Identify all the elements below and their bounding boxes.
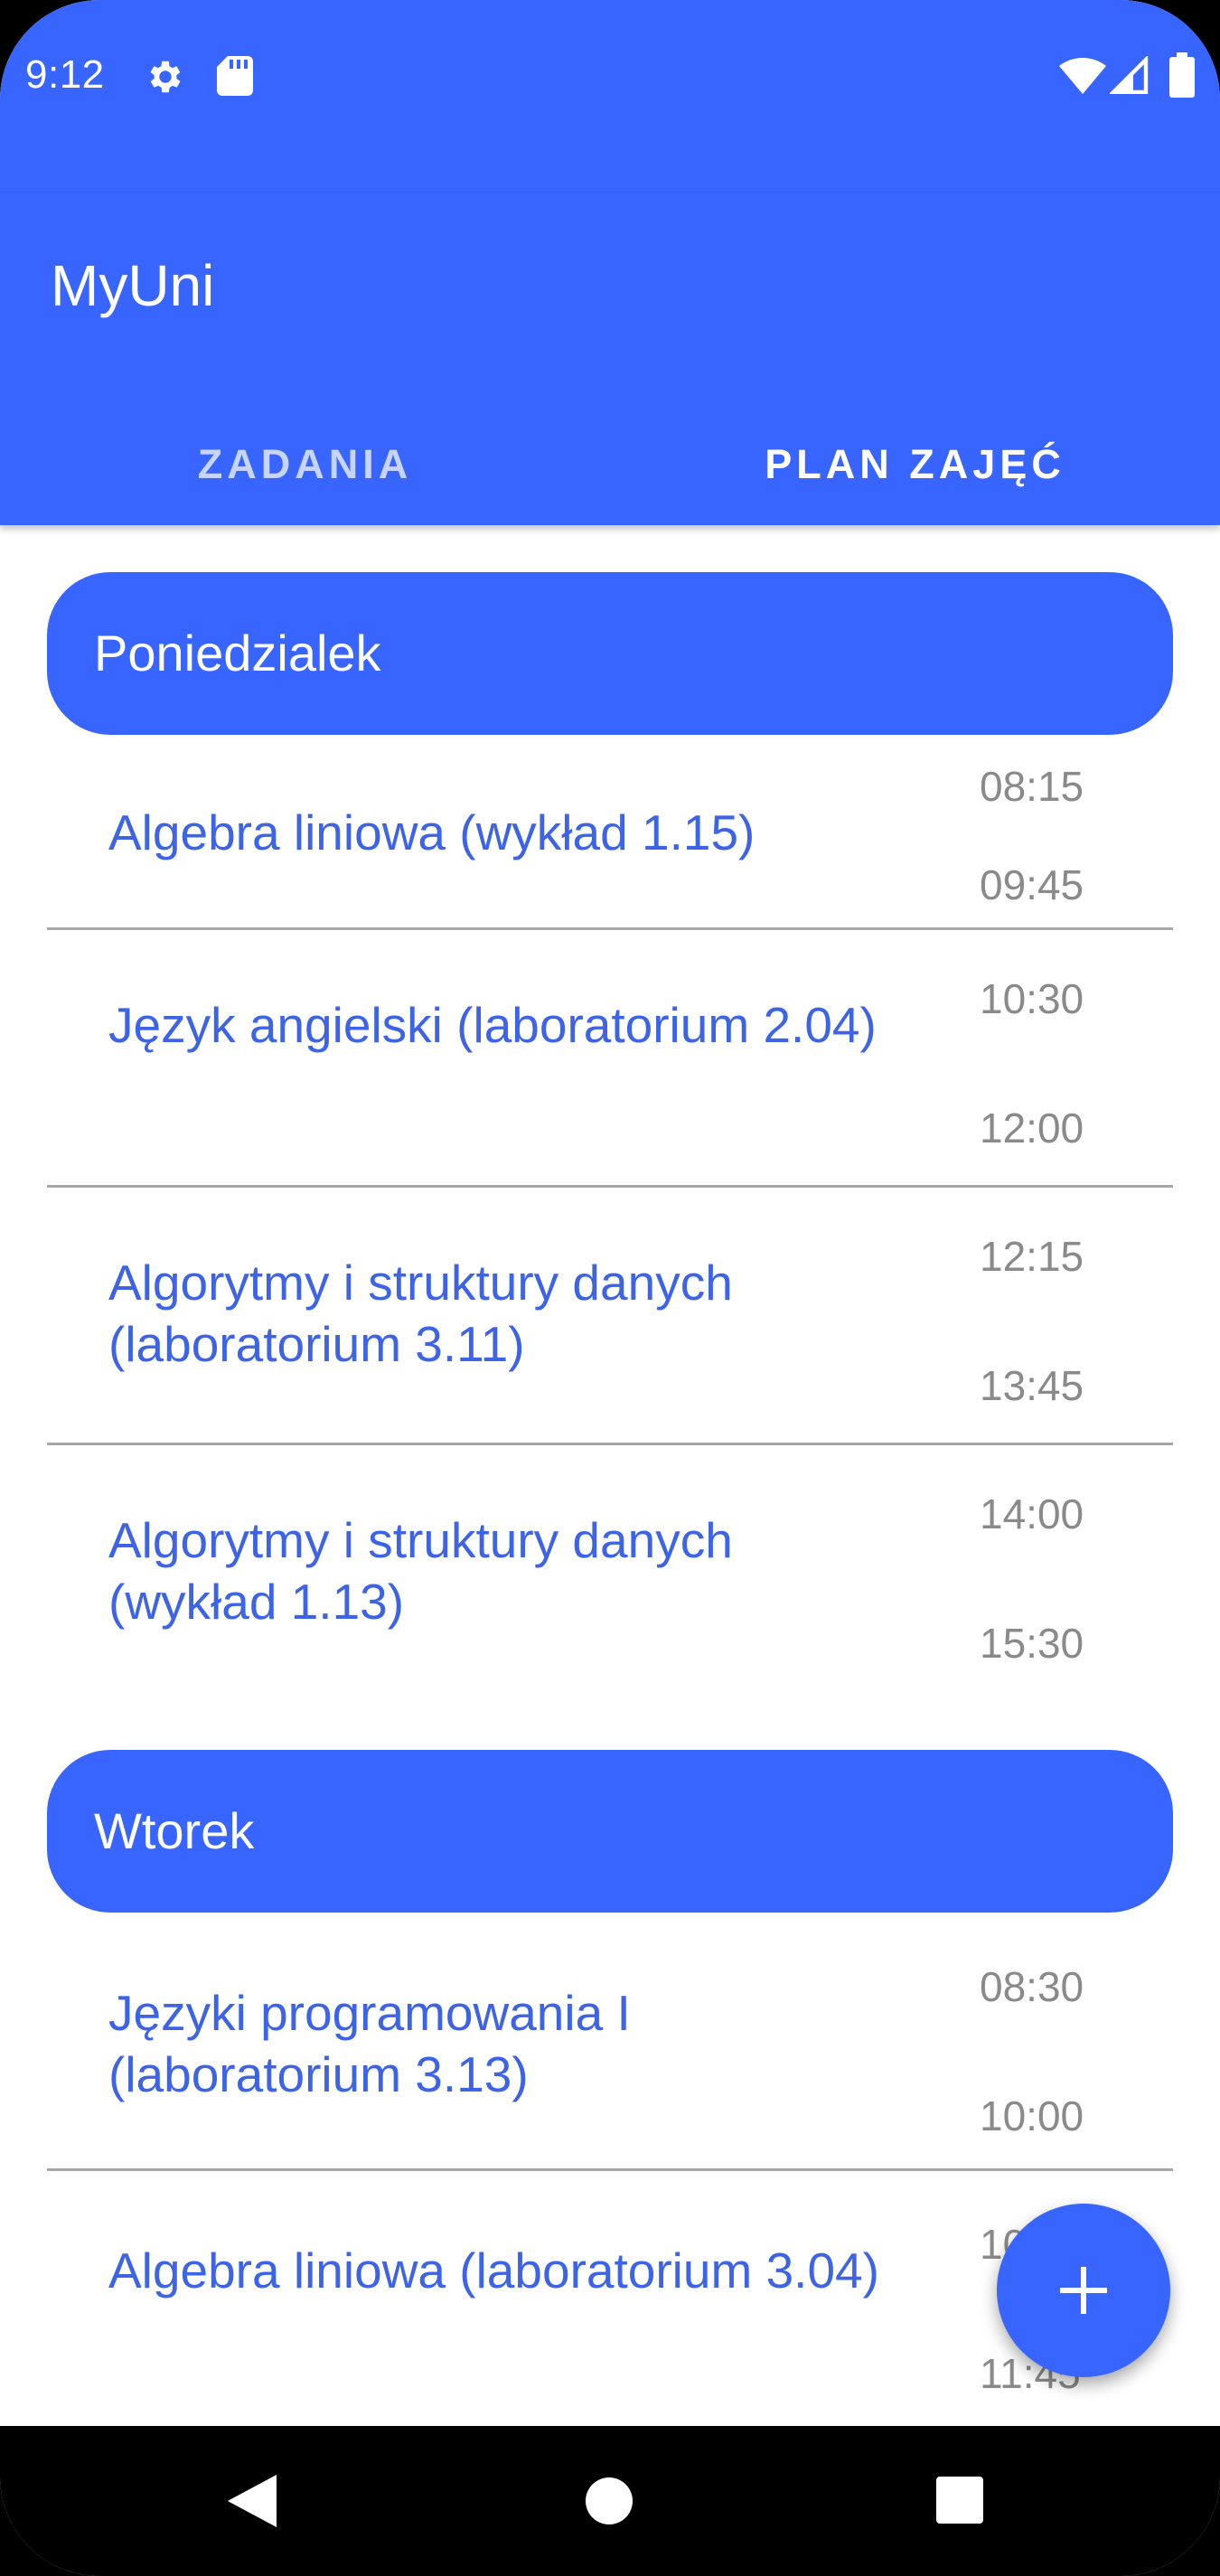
class-name: Algorytmy i struktury danych (wykład 1.1… <box>108 1512 733 1630</box>
schedule-list[interactable]: Poniedzialek Algebra liniowa (wykład 1.1… <box>0 525 1220 2426</box>
class-start-time: 10:30 <box>980 975 1084 1022</box>
back-icon[interactable] <box>228 2475 277 2532</box>
class-name: Język angielski (laboratorium 2.04) <box>108 997 877 1053</box>
class-end-time: 09:45 <box>980 861 1084 908</box>
day-header-wtorek: Wtorek <box>47 1750 1173 1913</box>
tab-zadania[interactable]: ZADANIA <box>0 426 610 525</box>
wifi-icon <box>1059 58 1106 99</box>
signal-icon <box>1108 54 1150 99</box>
class-start-time: 14:00 <box>980 1490 1084 1537</box>
day-header-poniedzialek: Poniedzialek <box>47 572 1173 735</box>
tab-plan-zajec[interactable]: PLAN ZAJĘĆ <box>610 426 1220 525</box>
class-name: Algebra liniowa (wykład 1.15) <box>108 804 755 860</box>
recents-icon[interactable] <box>936 2477 983 2528</box>
battery-icon <box>1169 52 1195 102</box>
class-end-time: 13:45 <box>980 1362 1084 1409</box>
class-end-time: 12:00 <box>980 1105 1084 1152</box>
class-name: Algebra liniowa (laboratorium 3.04) <box>108 2242 879 2299</box>
gear-icon <box>145 56 186 102</box>
app-title: MyUni <box>51 253 215 318</box>
navigation-bar <box>0 2426 1220 2576</box>
class-start-time: 08:30 <box>980 1963 1084 2010</box>
phone-screen: 9:12 MyUni ZADANIA PLAN ZAJĘĆ Poniedzial… <box>0 0 1220 2576</box>
home-icon[interactable] <box>585 2477 633 2530</box>
class-start-time: 08:15 <box>980 763 1084 810</box>
sd-card-icon <box>217 56 253 100</box>
tab-indicator <box>610 520 1220 525</box>
plus-icon <box>1060 2267 1107 2314</box>
app-bar: MyUni ZADANIA PLAN ZAJĘĆ <box>0 193 1220 525</box>
class-name: Języki programowania I (laboratorium 3.1… <box>108 1985 631 2102</box>
class-name: Algorytmy i struktury danych (laboratori… <box>108 1255 733 1372</box>
class-end-time: 15:30 <box>980 1620 1084 1667</box>
class-start-time: 12:15 <box>980 1233 1084 1280</box>
status-time: 9:12 <box>25 52 105 97</box>
status-bar: 9:12 <box>0 0 1220 193</box>
add-class-button[interactable] <box>997 2204 1170 2377</box>
class-end-time: 10:00 <box>980 2092 1084 2139</box>
